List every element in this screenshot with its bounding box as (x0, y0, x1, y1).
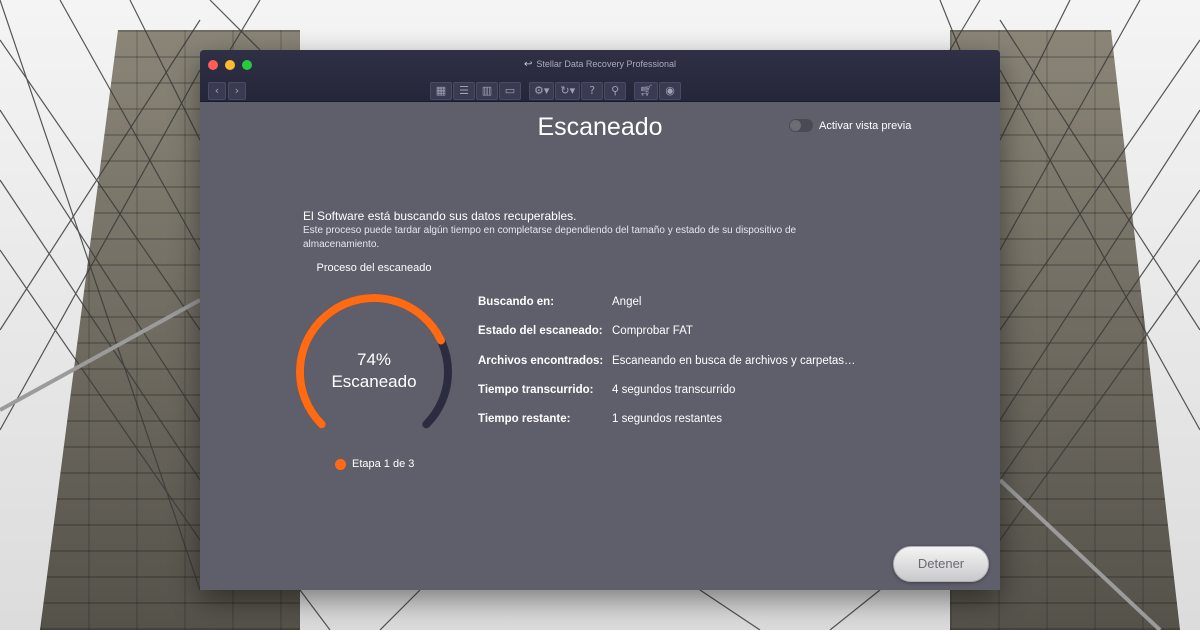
question-icon: ? (589, 84, 596, 97)
account-group: 🛒︎ ◉ (634, 82, 682, 100)
window-title-text: Stellar Data Recovery Professional (536, 59, 676, 69)
column-view-button[interactable]: ▥ (476, 82, 498, 100)
info-row-searching: Buscando en: Angel (478, 296, 856, 325)
title-bar: ↩ Stellar Data Recovery Professional ‹ › … (200, 50, 1000, 102)
microscope-icon: ⚲ (611, 84, 620, 97)
preview-toggle-label: Activar vista previa (819, 119, 912, 132)
chevron-left-icon: ‹ (214, 84, 220, 97)
info-row-scan-state: Estado del escaneado: Comprobar FAT (478, 325, 856, 354)
info-value: Angel (612, 296, 642, 308)
info-key: Estado del escaneado: (478, 325, 603, 338)
stage-label: Etapa 1 de 3 (352, 458, 415, 470)
help-button[interactable]: ? (581, 82, 604, 100)
cart-icon: 🛒︎ (639, 84, 654, 97)
info-row-remaining: Tiempo restante: 1 segundos restantes (478, 413, 856, 442)
info-row-files-found: Archivos encontrados: Escaneando en busc… (478, 355, 856, 384)
preview-switch[interactable] (789, 119, 813, 132)
user-icon: ◉ (665, 84, 675, 97)
stage-dot (335, 458, 346, 470)
info-key: Archivos encontrados: (478, 354, 604, 367)
info-key: Buscando en: (478, 296, 555, 308)
info-value: 4 segundos transcurrido (612, 383, 736, 396)
progress-status: Escaneado (331, 372, 417, 391)
account-button[interactable]: ◉ (659, 82, 682, 100)
progress-label: Proceso del escaneado (316, 262, 432, 274)
status-message-title: El Software está buscando sus datos recu… (303, 209, 577, 223)
app-window: ↩ Stellar Data Recovery Professional ‹ › … (200, 50, 1000, 590)
stage-indicator: Etapa 1 de 3 (335, 458, 414, 470)
window-title: ↩ Stellar Data Recovery Professional (200, 59, 1000, 70)
preview-toggle[interactable]: Activar vista previa (789, 119, 911, 132)
gauge-text: 74% Escaneado (284, 350, 464, 392)
chevron-right-icon: › (234, 84, 240, 97)
status-message-description: Este proceso puede tardar algún tiempo e… (303, 225, 797, 250)
refresh-back-icon: ↩ (524, 59, 533, 70)
settings-button[interactable]: ⚙▾ (529, 82, 555, 100)
history-icon: ↻▾ (560, 84, 576, 97)
view-mode-group: ▦ ☰ ▥ ▭ (430, 82, 521, 100)
info-value: 1 segundos restantes (612, 413, 722, 426)
stop-button[interactable]: Detener (893, 546, 989, 582)
column-view-icon: ▥ (481, 84, 493, 97)
settings-group: ⚙▾ ↻▾ ? ⚲ (529, 82, 627, 100)
info-key: Tiempo transcurrido: (478, 383, 594, 396)
back-button[interactable]: ‹ (208, 82, 226, 100)
info-row-elapsed: Tiempo transcurrido: 4 segundos transcur… (478, 384, 856, 413)
history-button[interactable]: ↻▾ (555, 82, 581, 100)
grid-view-button[interactable]: ▦ (430, 82, 452, 100)
cart-button[interactable]: 🛒︎ (634, 82, 659, 100)
progress-percent: 74% (356, 350, 392, 369)
coverflow-view-icon: ▭ (504, 84, 516, 97)
list-view-icon: ☰ (459, 84, 469, 97)
info-key: Tiempo restante: (478, 413, 571, 426)
info-value: Comprobar FAT (612, 325, 693, 338)
gear-icon: ⚙▾ (534, 84, 550, 97)
forward-button[interactable]: › (228, 82, 246, 100)
info-value: Escaneando en busca de archivos y carpet… (612, 354, 856, 367)
tools-button[interactable]: ⚲ (604, 82, 627, 100)
toolbar: ▦ ☰ ▥ ▭ ⚙▾ ↻▾ ? ⚲ 🛒︎ ◉ (430, 82, 682, 100)
scan-info-list: Buscando en: Angel Estado del escaneado:… (478, 296, 856, 442)
switch-knob (790, 120, 801, 131)
list-view-button[interactable]: ☰ (453, 82, 475, 100)
navigation-buttons: ‹ › (208, 82, 246, 100)
coverflow-view-button[interactable]: ▭ (499, 82, 521, 100)
grid-view-icon: ▦ (435, 84, 447, 97)
